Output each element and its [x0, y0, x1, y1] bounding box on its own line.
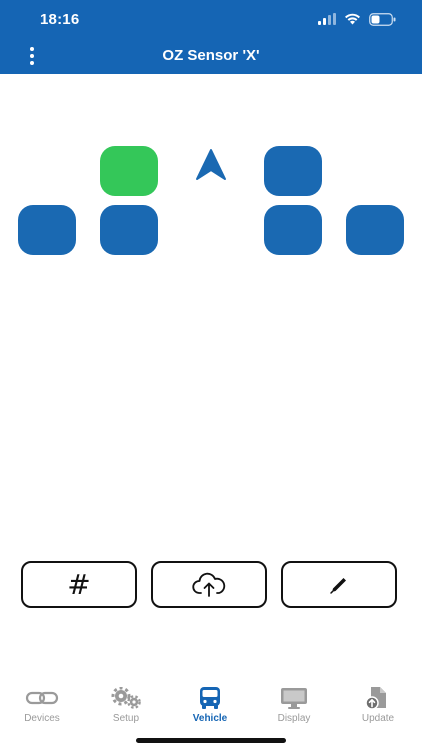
tile-front-left[interactable]	[100, 146, 158, 196]
tab-update[interactable]: Update	[336, 686, 420, 726]
battery-icon	[369, 12, 396, 26]
app-header: 18:16 OZ Sensor 'X'	[0, 0, 422, 74]
tile-rear-right-inner[interactable]	[264, 205, 322, 255]
tab-setup[interactable]: Setup	[84, 686, 168, 726]
tab-vehicle[interactable]: Vehicle	[168, 686, 252, 726]
monitor-icon	[281, 688, 307, 709]
hash-label: #	[67, 568, 91, 601]
cloud-upload-icon	[192, 572, 226, 597]
tab-label: Devices	[24, 713, 60, 724]
tile-rear-right-outer[interactable]	[346, 205, 404, 255]
tab-label: Setup	[112, 713, 140, 724]
tile-rear-left-outer[interactable]	[18, 205, 76, 255]
signal-icon	[318, 13, 336, 25]
tab-devices[interactable]: Devices	[0, 686, 84, 726]
bus-icon	[200, 687, 220, 709]
tile-rear-left-inner[interactable]	[100, 205, 158, 255]
edit-button[interactable]	[281, 561, 397, 608]
arrow-up-icon	[196, 149, 226, 180]
status-icons	[318, 12, 396, 26]
pencil-icon	[330, 577, 346, 594]
tab-label: Update	[361, 713, 395, 724]
wifi-icon	[345, 13, 360, 25]
tab-display[interactable]: Display	[252, 686, 336, 726]
hash-button[interactable]: #	[21, 561, 137, 608]
file-upload-icon	[365, 687, 386, 710]
upload-button[interactable]	[151, 561, 267, 608]
tile-front-right[interactable]	[264, 146, 322, 196]
gears-icon	[111, 687, 141, 709]
status-time: 18:16	[40, 11, 80, 28]
tab-label: Vehicle	[192, 713, 228, 724]
tab-label: Display	[277, 713, 311, 724]
page-title: OZ Sensor 'X'	[162, 47, 260, 64]
home-indicator	[136, 738, 286, 743]
link-icon	[25, 691, 59, 705]
